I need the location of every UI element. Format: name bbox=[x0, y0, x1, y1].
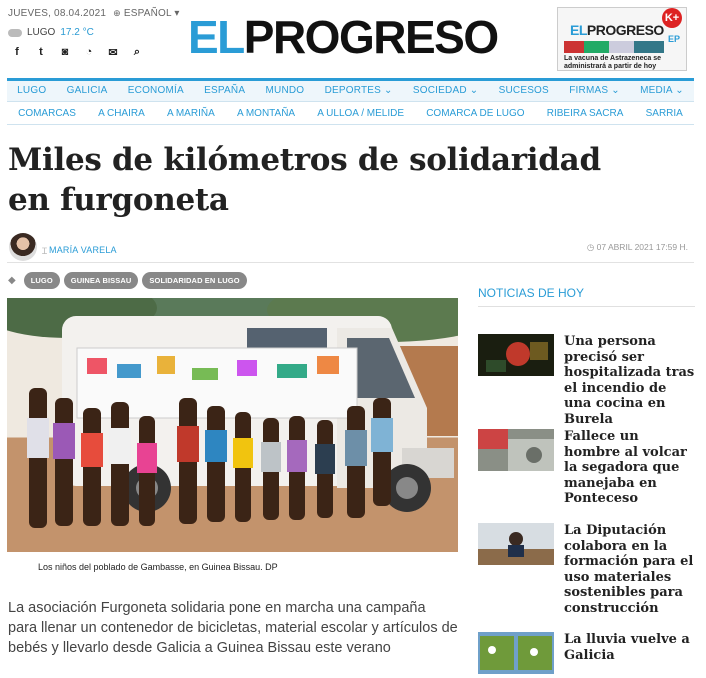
sidebar-story[interactable]: La Diputación colabora en la formación p… bbox=[478, 523, 695, 616]
article-title: Miles de kilómetros de solidaridad en fu… bbox=[8, 142, 601, 218]
nav-item-mundo[interactable]: MUNDO bbox=[255, 81, 314, 101]
story-thumbnail bbox=[478, 334, 554, 376]
sidebar-story[interactable]: Una persona precisó ser hospitalizada tr… bbox=[478, 334, 695, 427]
sidebar-title[interactable]: NOTICIAS DE HOY bbox=[478, 281, 695, 307]
sidebar-story[interactable]: Fallece un hombre al volcar la segadora … bbox=[478, 429, 695, 506]
chevron-down-icon[interactable]: ▾ bbox=[174, 8, 179, 19]
nav-item-economia[interactable]: ECONOMÍA bbox=[118, 81, 194, 101]
main-nav: LUGO GALICIA ECONOMÍA ESPAÑA MUNDO DEPOR… bbox=[7, 78, 694, 102]
story-title[interactable]: La lluvia vuelve a Galicia bbox=[564, 632, 695, 663]
author-name[interactable]: MARÍA VARELA bbox=[49, 245, 117, 255]
weather-widget: LUGO 17.2 °C bbox=[8, 27, 94, 38]
subnav-item-ribeira-sacra[interactable]: RIBEIRA SACRA bbox=[536, 103, 635, 124]
nav-item-galicia[interactable]: GALICIA bbox=[56, 81, 117, 101]
nav-item-sociedad[interactable]: SOCIEDAD ⌄ bbox=[403, 81, 489, 101]
publish-timestamp: ◷ 07 ABRIL 2021 17:59 H. bbox=[586, 242, 688, 252]
tag-list: ◆ LUGO GUINEA BISSAU SOLIDARIDAD EN LUGO bbox=[8, 272, 247, 289]
subnav-item-a-chaira[interactable]: A CHAIRA bbox=[87, 103, 156, 124]
story-title[interactable]: La Diputación colabora en la formación p… bbox=[564, 523, 695, 616]
subnav-item-comarca-de-lugo[interactable]: COMARCA DE LUGO bbox=[415, 103, 536, 124]
weather-city: LUGO bbox=[27, 27, 56, 38]
clock-icon: ◷ bbox=[586, 242, 597, 252]
nav-item-firmas[interactable]: FIRMAS ⌄ bbox=[559, 81, 630, 101]
tag-icon: ◆ bbox=[8, 275, 16, 286]
promo-logo: ELPROGRESO bbox=[570, 22, 664, 38]
logo-progreso: PROGRESO bbox=[243, 11, 499, 63]
nav-item-espana[interactable]: ESPAÑA bbox=[194, 81, 255, 101]
twitter-icon[interactable]: t bbox=[35, 46, 47, 59]
current-date: JUEVES, 08.04.2021 bbox=[8, 8, 107, 19]
story-thumbnail bbox=[478, 429, 554, 471]
nav-item-sucesos[interactable]: SUCESOS bbox=[488, 81, 559, 101]
search-icon[interactable]: ⌕ bbox=[131, 46, 143, 59]
rss-icon[interactable]: ◔ bbox=[83, 46, 95, 59]
facebook-icon[interactable]: f bbox=[11, 46, 23, 59]
date-line: JUEVES, 08.04.2021 ⊕ ESPAÑOL ▾ bbox=[8, 8, 180, 19]
nav-item-lugo[interactable]: LUGO bbox=[7, 81, 56, 101]
pen-icon: Ɪ bbox=[42, 246, 48, 256]
kplus-badge: K+ bbox=[662, 8, 682, 28]
nav-item-media[interactable]: MEDIA ⌄ bbox=[630, 81, 694, 101]
article-main-photo[interactable] bbox=[7, 298, 458, 552]
subnav-item-a-ulloa-melide[interactable]: A ULLOA / MELIDE bbox=[306, 103, 415, 124]
photo-illustration bbox=[7, 298, 458, 528]
story-title[interactable]: Una persona precisó ser hospitalizada tr… bbox=[564, 334, 695, 427]
sidebar-story[interactable]: La lluvia vuelve a Galicia bbox=[478, 632, 695, 674]
site-logo[interactable]: ELPROGRESO bbox=[188, 11, 499, 63]
tag-guinea-bissau[interactable]: GUINEA BISSAU bbox=[63, 272, 139, 289]
cloud-icon bbox=[8, 28, 22, 37]
language-selector[interactable]: ESPAÑOL bbox=[124, 8, 172, 19]
subnav-item-a-marina[interactable]: A MARIÑA bbox=[156, 103, 226, 124]
author-avatar[interactable] bbox=[9, 233, 37, 261]
instagram-icon[interactable]: ◙ bbox=[59, 46, 71, 59]
subnav-item-sarria[interactable]: SARRIA bbox=[635, 103, 694, 124]
newsletter-icon[interactable]: ✉ bbox=[107, 46, 119, 59]
top-bar: JUEVES, 08.04.2021 ⊕ ESPAÑOL ▾ LUGO 17.2… bbox=[0, 0, 706, 78]
globe-icon: ⊕ bbox=[113, 8, 121, 18]
logo-el: EL bbox=[188, 11, 245, 63]
story-thumbnail bbox=[478, 523, 554, 565]
sub-nav: COMARCAS A CHAIRA A MARIÑA A MONTAÑA A U… bbox=[7, 103, 694, 125]
photo-caption: Los niños del poblado de Gambasse, en Gu… bbox=[38, 562, 278, 572]
subnav-item-comarcas[interactable]: COMARCAS bbox=[7, 103, 87, 124]
nav-item-deportes[interactable]: DEPORTES ⌄ bbox=[314, 81, 402, 101]
promo-front-page-image bbox=[564, 41, 664, 53]
story-title[interactable]: Fallece un hombre al volcar la segadora … bbox=[564, 429, 695, 507]
social-links: f t ◙ ◔ ✉ ⌕ bbox=[11, 46, 143, 59]
weather-temperature: 17.2 °C bbox=[60, 27, 94, 38]
subnav-item-a-montana[interactable]: A MONTAÑA bbox=[226, 103, 306, 124]
kiosk-promo[interactable]: ELPROGRESO K+ EP La vacuna de Astrazenec… bbox=[557, 7, 687, 71]
story-thumbnail bbox=[478, 632, 554, 674]
tag-solidaridad-en-lugo[interactable]: SOLIDARIDAD EN LUGO bbox=[142, 272, 247, 289]
promo-headline: La vacuna de Astrazeneca se administrará… bbox=[564, 55, 662, 70]
byline: Ɪ MARÍA VARELA ◷ 07 ABRIL 2021 17:59 H. bbox=[7, 233, 694, 263]
edition-label: EP bbox=[667, 34, 680, 44]
tag-lugo[interactable]: LUGO bbox=[23, 272, 60, 289]
article-summary: La asociación Furgoneta solidaria pone e… bbox=[8, 600, 458, 656]
